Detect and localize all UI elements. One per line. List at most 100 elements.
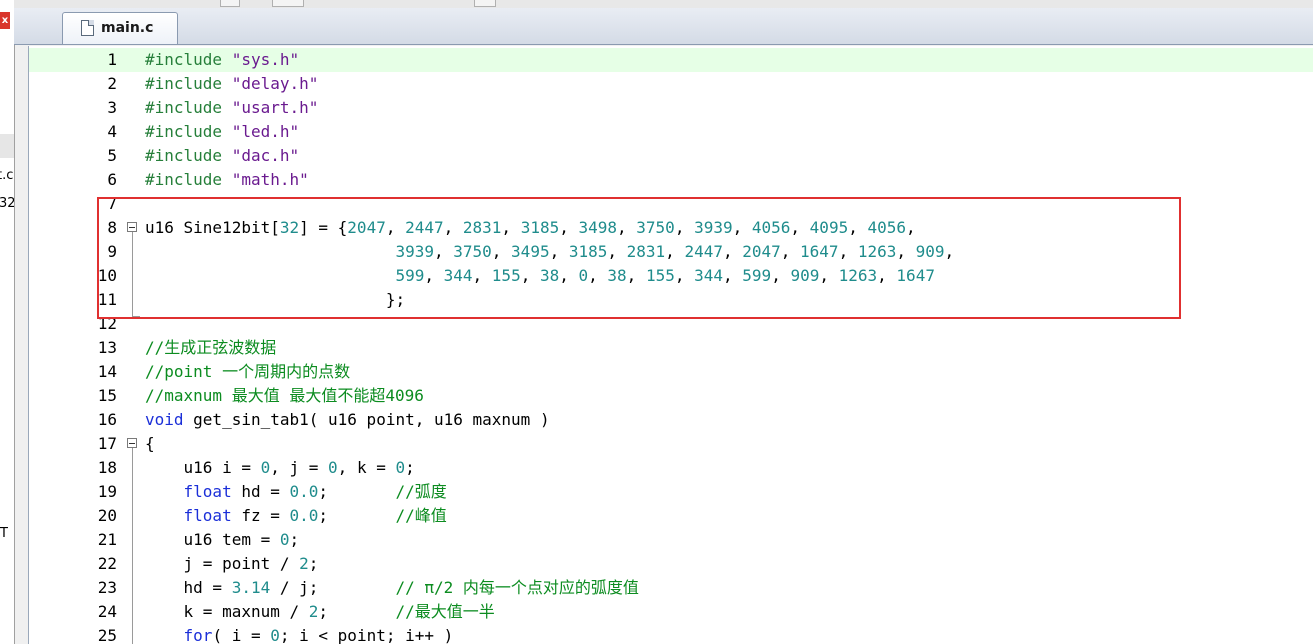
- code-token: get_sin_tab1( u16 point, u16 maxnum ): [183, 410, 550, 429]
- code-line[interactable]: 20 float fz = 0.0; //峰值: [29, 504, 1313, 528]
- code-token: 0: [395, 458, 406, 477]
- code-line[interactable]: 4 #include "led.h": [29, 120, 1313, 144]
- code-line[interactable]: 8 u16 Sine12bit[32] = {2047, 2447, 2831, …: [29, 216, 1313, 240]
- code-token: 599: [742, 266, 772, 285]
- code-text: for( i = 0; i < point; i++ ): [145, 624, 454, 644]
- code-editor[interactable]: 1 #include "sys.h" 2 #include "delay.h" 3 #in…: [28, 46, 1313, 644]
- code-line[interactable]: 18 u16 i = 0, j = 0, k = 0;: [29, 456, 1313, 480]
- code-line[interactable]: 14 //point 一个周期内的点数: [29, 360, 1313, 384]
- code-token: #include: [145, 50, 232, 69]
- code-token: ,: [819, 266, 839, 285]
- code-token: ;: [318, 482, 396, 501]
- project-item-fragment[interactable]: 32: [0, 196, 14, 211]
- project-selected-row[interactable]: [0, 134, 14, 158]
- code-line[interactable]: 11 };: [29, 288, 1313, 312]
- project-item-fragment[interactable]: t.c: [0, 168, 13, 183]
- code-token: 38: [607, 266, 627, 285]
- code-token: };: [145, 290, 406, 309]
- code-token: 344: [443, 266, 473, 285]
- line-number: 16: [97, 410, 117, 429]
- code-token: 344: [694, 266, 724, 285]
- code-line[interactable]: 13 //生成正弦波数据: [29, 336, 1313, 360]
- code-token: 0: [270, 626, 280, 644]
- code-line[interactable]: 15 //maxnum 最大值 最大值不能超4096: [29, 384, 1313, 408]
- code-token: ,: [385, 218, 406, 237]
- code-token: ;: [318, 506, 396, 525]
- line-number: 6: [107, 170, 117, 189]
- line-number: 19: [97, 482, 117, 501]
- code-token: 4095: [809, 218, 849, 237]
- code-token: "led.h": [231, 122, 300, 141]
- code-token: u16 Sine12bit[: [145, 218, 280, 237]
- code-token: 3495: [511, 242, 550, 261]
- code-line[interactable]: 23 hd = 3.14 / j; // π/2 内每一个点对应的弧度值: [29, 576, 1313, 600]
- code-token: ,: [617, 218, 637, 237]
- code-line[interactable]: 3 #include "usart.h": [29, 96, 1313, 120]
- code-token: ,: [520, 266, 540, 285]
- code-text: hd = 3.14 / j; // π/2 内每一个点对应的弧度值: [145, 576, 639, 600]
- code-line[interactable]: 2 #include "delay.h": [29, 72, 1313, 96]
- code-line[interactable]: 17 {: [29, 432, 1313, 456]
- code-line[interactable]: 16 void get_sin_tab1( u16 point, u16 maxn…: [29, 408, 1313, 432]
- code-text: 599, 344, 155, 38, 0, 38, 155, 344, 599,…: [145, 264, 935, 288]
- code-token: ,: [896, 242, 916, 261]
- fold-collapse-icon[interactable]: [127, 222, 137, 232]
- code-token: ,: [944, 242, 955, 261]
- code-token: k = maxnum /: [145, 602, 309, 621]
- line-number: 20: [97, 506, 117, 525]
- toolbar-fragment: [272, 0, 304, 7]
- close-icon[interactable]: x: [0, 12, 10, 29]
- code-token: ; i < point; i++ ): [279, 626, 454, 644]
- code-token: hd =: [145, 578, 232, 597]
- project-panel: x t.c 32 T: [0, 0, 15, 644]
- line-number: 18: [97, 458, 117, 477]
- code-line[interactable]: 5 #include "dac.h": [29, 144, 1313, 168]
- code-token: {: [145, 434, 155, 453]
- line-number: 25: [97, 626, 117, 644]
- code-token: float: [183, 482, 232, 501]
- code-line[interactable]: 21 u16 tem = 0;: [29, 528, 1313, 552]
- code-token: ( i =: [212, 626, 271, 644]
- code-token: //生成正弦波数据: [145, 338, 277, 357]
- code-token: 3939: [694, 218, 733, 237]
- code-token: ,: [674, 266, 695, 285]
- line-number: 22: [97, 554, 117, 573]
- line-number: 1: [107, 50, 117, 69]
- code-token: ;: [289, 530, 300, 549]
- code-token: ,: [433, 242, 454, 261]
- code-line[interactable]: 12: [29, 312, 1313, 336]
- code-line[interactable]: 24 k = maxnum / 2; //最大值一半: [29, 600, 1313, 624]
- code-line[interactable]: 22 j = point / 2;: [29, 552, 1313, 576]
- project-item-fragment[interactable]: T: [0, 526, 8, 541]
- code-token: ;: [308, 554, 319, 573]
- code-token: 3750: [636, 218, 675, 237]
- code-token: 2831: [626, 242, 666, 261]
- line-number: 10: [97, 266, 117, 285]
- code-token: 1647: [800, 242, 839, 261]
- code-line[interactable]: 7: [29, 192, 1313, 216]
- line-number: 4: [107, 122, 117, 141]
- code-token: ] = {: [299, 218, 348, 237]
- code-line[interactable]: 25 for( i = 0; i < point; i++ ): [29, 624, 1313, 644]
- fold-collapse-icon[interactable]: [127, 438, 137, 448]
- code-token: ,: [472, 266, 492, 285]
- code-token: ,: [665, 242, 685, 261]
- code-token: hd =: [231, 482, 290, 501]
- code-line[interactable]: 19 float hd = 0.0; //弧度: [29, 480, 1313, 504]
- code-token: ,: [877, 266, 897, 285]
- code-token: 4056: [867, 218, 906, 237]
- line-number: 23: [97, 578, 117, 597]
- tab-main-c[interactable]: main.c: [62, 12, 178, 44]
- code-line[interactable]: 9 3939, 3750, 3495, 3185, 2831, 2447, 20…: [29, 240, 1313, 264]
- code-line[interactable]: 10 599, 344, 155, 38, 0, 38, 155, 344, 5…: [29, 264, 1313, 288]
- code-token: ,: [443, 218, 463, 237]
- code-text: float hd = 0.0; //弧度: [145, 480, 447, 504]
- code-line[interactable]: 6 #include "math.h": [29, 168, 1313, 192]
- code-token: 2: [299, 554, 309, 573]
- code-token: , k =: [337, 458, 396, 477]
- code-line[interactable]: 1 #include "sys.h": [29, 48, 1313, 72]
- code-token: ,: [722, 242, 743, 261]
- line-number: 8: [107, 218, 117, 237]
